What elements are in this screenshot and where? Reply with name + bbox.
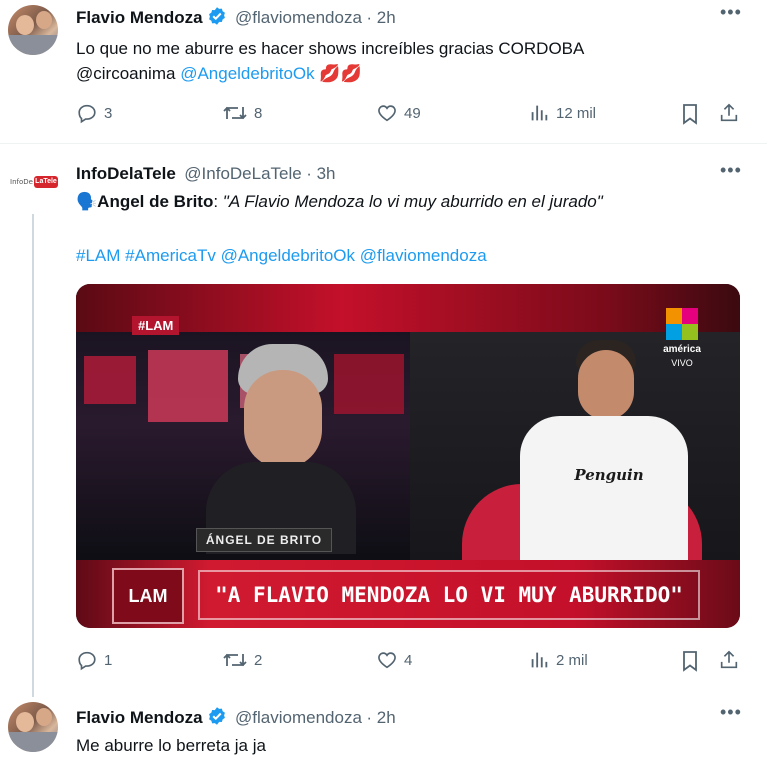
retweet-icon <box>223 106 247 120</box>
avatar[interactable]: InfoDe LaTele <box>8 174 58 194</box>
speaker-name: Angel de Brito <box>97 192 214 211</box>
share-icon[interactable] <box>718 102 740 124</box>
author-handle[interactable]: @flaviomendoza <box>235 8 362 27</box>
reply-count: 1 <box>104 651 113 669</box>
name-plate: ÁNGEL DE BRITO <box>196 528 332 552</box>
tweet-media[interactable]: américa VIVO #LAM Penguin ÁNGEL DE BRITO… <box>76 284 740 628</box>
timestamp[interactable]: · 3h <box>306 164 335 183</box>
verified-icon <box>208 707 225 725</box>
like-count: 49 <box>404 104 421 122</box>
like-button[interactable]: 49 <box>376 102 421 124</box>
hashtag-line: #LAM #AmericaTv @AngeldebritoOk @flaviom… <box>76 244 487 268</box>
mention-angeldebrito[interactable]: @AngeldebritoOk <box>180 64 314 83</box>
avatar[interactable] <box>8 5 58 55</box>
like-icon <box>378 105 396 122</box>
tweet-text: 🗣️Angel de Brito: "A Flavio Mendoza lo v… <box>76 192 603 211</box>
avatar[interactable] <box>8 702 58 752</box>
views-icon <box>531 105 548 121</box>
like-count: 4 <box>404 651 413 669</box>
tweet[interactable]: Flavio Mendoza @flaviomendoza · 2h ••• L… <box>0 0 767 142</box>
views-count: 2 mil <box>556 651 588 669</box>
thread-line <box>32 214 34 697</box>
shirt-logo: Penguin <box>574 466 644 484</box>
speaking-head-emoji: 🗣️ <box>76 192 98 211</box>
channel-logo <box>666 308 698 340</box>
mention-circoanima[interactable]: @circoanima <box>76 64 175 83</box>
kiss-emoji: 💋💋 <box>319 64 362 83</box>
retweet-button[interactable]: 2 <box>222 649 262 671</box>
views-icon <box>531 652 548 668</box>
guest-figure: Penguin <box>514 340 694 560</box>
views-button[interactable]: 12 mil <box>528 102 596 124</box>
reply-button[interactable]: 1 <box>76 649 112 671</box>
quote-text: "A Flavio Mendoza lo vi muy aburrido en … <box>222 192 603 211</box>
like-button[interactable]: 4 <box>376 649 412 671</box>
retweet-count: 8 <box>254 104 263 122</box>
tweet[interactable]: Flavio Mendoza @flaviomendoza · 2h ••• M… <box>0 692 767 766</box>
more-icon[interactable]: ••• <box>720 160 742 181</box>
verified-icon <box>208 7 225 25</box>
mention-angeldebrito[interactable]: @AngeldebritoOk <box>221 246 355 265</box>
more-icon[interactable]: ••• <box>720 702 742 723</box>
author-handle[interactable]: @InfoDeLaTele <box>184 164 301 183</box>
host-figure <box>206 344 356 554</box>
show-tag: #LAM <box>132 316 180 335</box>
timestamp[interactable]: · 2h <box>366 708 395 727</box>
like-icon <box>378 652 396 669</box>
action-bar: 1 2 4 2 mil <box>76 649 746 673</box>
show-logo-box: LAM <box>112 568 184 624</box>
bookmark-icon[interactable] <box>680 103 700 125</box>
author-name[interactable]: Flavio Mendoza <box>76 708 203 727</box>
tweet-text: Lo que no me aburre es hacer shows incre… <box>76 39 585 58</box>
action-bar: 3 8 49 12 mil <box>76 102 746 126</box>
reply-count: 3 <box>104 104 113 122</box>
mention-flaviomendoza[interactable]: @flaviomendoza <box>360 246 487 265</box>
hashtag-americatv[interactable]: #AmericaTv <box>125 246 216 265</box>
timestamp[interactable]: · 2h <box>366 8 395 27</box>
views-count: 12 mil <box>556 104 597 122</box>
share-icon[interactable] <box>718 649 740 671</box>
retweet-count: 2 <box>254 651 263 669</box>
author-handle[interactable]: @flaviomendoza <box>235 708 362 727</box>
reply-button[interactable]: 3 <box>76 102 112 124</box>
more-icon[interactable]: ••• <box>720 2 742 23</box>
tweet-text-line2: @circoanima @AngeldebritoOk 💋💋 <box>76 62 362 86</box>
retweet-button[interactable]: 8 <box>222 102 262 124</box>
tweet[interactable]: InfoDe LaTele InfoDelaTele @InfoDeLaTele… <box>0 144 767 697</box>
logo-badge: LaTele <box>34 176 58 188</box>
tweet-text: Me aburre lo berreta ja ja <box>76 736 266 755</box>
views-button[interactable]: 2 mil <box>528 649 588 671</box>
reply-icon <box>78 104 96 124</box>
bookmark-icon[interactable] <box>680 650 700 672</box>
author-name[interactable]: Flavio Mendoza <box>76 8 203 27</box>
retweet-icon <box>223 653 247 667</box>
headline-box: "A FLAVIO MENDOZA LO VI MUY ABURRIDO" <box>198 570 700 620</box>
hashtag-lam[interactable]: #LAM <box>76 246 120 265</box>
author-name[interactable]: InfoDelaTele <box>76 164 176 183</box>
reply-icon <box>78 651 96 671</box>
